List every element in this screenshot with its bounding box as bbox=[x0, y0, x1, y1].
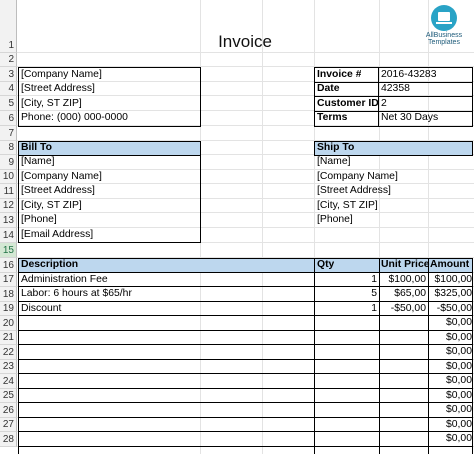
date-label: Date bbox=[317, 83, 340, 94]
row-header[interactable]: 13 bbox=[0, 213, 17, 228]
item-unit-price-cell[interactable]: $100,00 bbox=[381, 273, 426, 287]
item-amount-cell[interactable]: $0,00 bbox=[430, 418, 472, 432]
bill-to-line[interactable]: [Company Name] bbox=[21, 170, 102, 184]
item-amount-cell[interactable]: $0,00 bbox=[430, 403, 472, 417]
description-header: Description bbox=[21, 259, 79, 270]
row-header[interactable]: 27 bbox=[0, 418, 17, 432]
company-city-cell[interactable]: [City, ST ZIP] bbox=[21, 97, 82, 111]
row-header[interactable]: 24 bbox=[0, 374, 17, 389]
bill-to-line[interactable]: [City, ST ZIP] bbox=[21, 199, 82, 213]
row-header[interactable]: 16 bbox=[0, 258, 17, 273]
spreadsheet-sheet[interactable]: 1 2 3 4 5 6 7 8 9 10 11 12 13 14 15 16 17 18 19 20 21 22 23 24 2… bbox=[0, 0, 474, 454]
ship-to-line[interactable]: [City, ST ZIP] bbox=[317, 199, 378, 213]
row-header[interactable]: 4 bbox=[0, 82, 17, 96]
item-qty-cell[interactable]: 1 bbox=[316, 302, 377, 316]
item-amount-cell[interactable]: $0,00 bbox=[430, 345, 472, 359]
allbusiness-logo: AllBusiness Templates bbox=[421, 5, 467, 50]
row-header[interactable]: 5 bbox=[0, 96, 17, 111]
item-unit-price-cell[interactable]: $65,00 bbox=[381, 287, 426, 301]
date-value[interactable]: 42358 bbox=[381, 82, 410, 96]
item-description-cell[interactable]: Discount bbox=[21, 302, 311, 316]
row-header[interactable]: 17 bbox=[0, 273, 17, 287]
row-header[interactable]: 20 bbox=[0, 316, 17, 331]
company-street-cell[interactable]: [Street Address] bbox=[21, 82, 95, 96]
row-header[interactable]: 18 bbox=[0, 287, 17, 302]
bill-to-line[interactable]: [Street Address] bbox=[21, 184, 95, 198]
row-header[interactable]: 21 bbox=[0, 331, 17, 345]
terms-label: Terms bbox=[317, 112, 348, 123]
ship-to-line[interactable]: [Company Name] bbox=[317, 170, 398, 184]
row-header[interactable]: 7 bbox=[0, 126, 17, 141]
row-header[interactable]: 26 bbox=[0, 403, 17, 418]
invoice-number-value[interactable]: 2016-43283 bbox=[381, 68, 436, 82]
row-header[interactable]: 9 bbox=[0, 155, 17, 170]
row-header[interactable]: 22 bbox=[0, 345, 17, 360]
ship-to-line[interactable]: [Street Address] bbox=[317, 184, 391, 198]
row-header[interactable]: 10 bbox=[0, 170, 17, 184]
row-header[interactable]: 1 bbox=[0, 0, 17, 53]
row-header[interactable]: 2 bbox=[0, 53, 17, 67]
row-header[interactable]: 28 bbox=[0, 432, 17, 447]
item-unit-price-cell[interactable]: -$50,00 bbox=[381, 302, 426, 316]
item-amount-cell[interactable]: $0,00 bbox=[430, 331, 472, 345]
invoice-title: Invoice bbox=[218, 32, 272, 51]
company-name-cell[interactable]: [Company Name] bbox=[21, 68, 102, 82]
row-header[interactable]: 25 bbox=[0, 389, 17, 403]
bill-to-line[interactable]: [Email Address] bbox=[21, 228, 93, 242]
ship-to-line[interactable]: [Phone] bbox=[317, 213, 353, 227]
row-header[interactable]: 8 bbox=[0, 141, 17, 155]
laptop-icon bbox=[431, 5, 457, 31]
invoice-number-label: Invoice # bbox=[317, 69, 362, 80]
qty-header: Qty bbox=[317, 259, 335, 270]
item-amount-cell[interactable]: $100,00 bbox=[430, 273, 472, 287]
item-amount-cell[interactable]: $325,00 bbox=[430, 287, 472, 301]
row-header[interactable]: 3 bbox=[0, 67, 17, 82]
item-amount-cell[interactable]: $0,00 bbox=[430, 389, 472, 403]
item-qty-cell[interactable]: 1 bbox=[316, 273, 377, 287]
row-header[interactable]: 19 bbox=[0, 302, 17, 316]
item-amount-cell[interactable]: $0,00 bbox=[430, 360, 472, 374]
item-description-cell[interactable]: Administration Fee bbox=[21, 273, 311, 287]
item-description-cell[interactable]: Labor: 6 hours at $65/hr bbox=[21, 287, 311, 301]
customer-id-value[interactable]: 2 bbox=[381, 97, 387, 111]
bill-to-line[interactable]: [Phone] bbox=[21, 213, 57, 227]
row-header[interactable]: 15 bbox=[0, 243, 17, 258]
terms-value[interactable]: Net 30 Days bbox=[381, 111, 438, 125]
bill-to-header: Bill To bbox=[21, 142, 52, 153]
row-header[interactable]: 11 bbox=[0, 184, 17, 199]
row-header[interactable]: 12 bbox=[0, 199, 17, 213]
row-header[interactable]: 14 bbox=[0, 228, 17, 243]
item-qty-cell[interactable]: 5 bbox=[316, 287, 377, 301]
bill-to-line[interactable]: [Name] bbox=[21, 155, 55, 169]
row-header[interactable]: 6 bbox=[0, 111, 17, 126]
company-phone-cell[interactable]: Phone: (000) 000-0000 bbox=[21, 111, 128, 125]
ship-to-line[interactable]: [Name] bbox=[317, 155, 351, 169]
amount-header: Amount bbox=[430, 259, 470, 270]
item-amount-cell[interactable]: $0,00 bbox=[430, 432, 472, 446]
item-amount-cell[interactable]: -$50,00 bbox=[430, 302, 472, 316]
logo-line-2: Templates bbox=[428, 39, 460, 46]
ship-to-header: Ship To bbox=[317, 142, 355, 153]
customer-id-label: Customer ID bbox=[317, 98, 379, 109]
item-amount-cell[interactable]: $0,00 bbox=[430, 374, 472, 388]
row-header[interactable]: 23 bbox=[0, 360, 17, 374]
item-amount-cell[interactable]: $0,00 bbox=[430, 316, 472, 330]
unit-price-header: Unit Price bbox=[381, 259, 430, 270]
logo-line-1: AllBusiness bbox=[425, 32, 463, 39]
